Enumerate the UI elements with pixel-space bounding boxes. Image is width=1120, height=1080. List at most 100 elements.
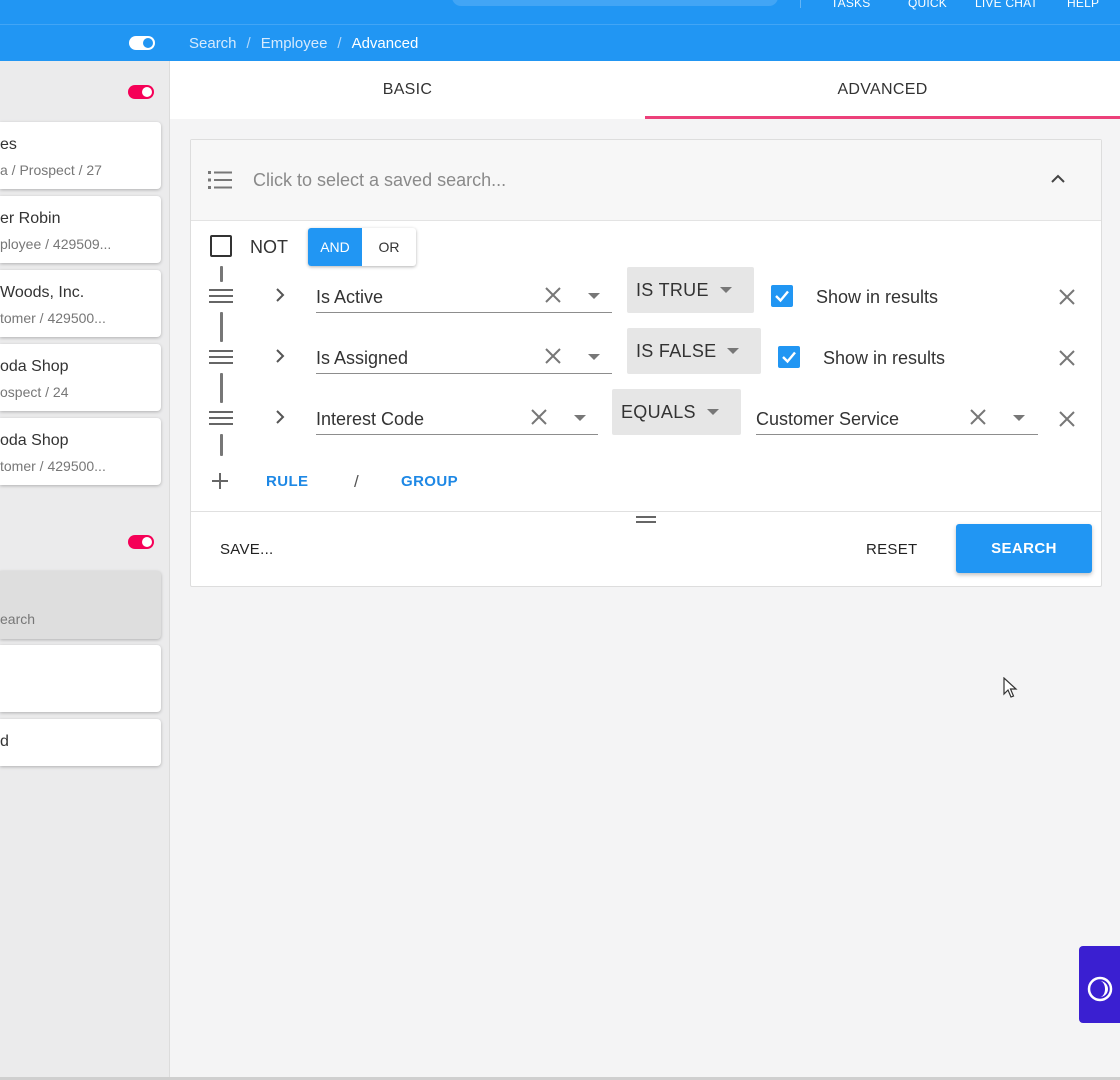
breadcrumb-search[interactable]: Search (189, 35, 237, 52)
rule-field-select[interactable]: Is Assigned (316, 340, 612, 374)
resize-handle-icon[interactable] (636, 516, 656, 524)
show-in-results-checkbox[interactable] (778, 346, 800, 368)
recent-card-subtitle: ospect / 24 (0, 384, 69, 400)
add-group-button[interactable]: GROUP (401, 473, 458, 490)
nav-live-chat-link[interactable]: LIVE CHAT (975, 0, 1038, 10)
rule-operator-select[interactable]: EQUALS (612, 389, 741, 435)
nav-tasks-link[interactable]: TASKS (831, 0, 870, 10)
clear-icon[interactable] (544, 286, 562, 304)
dropdown-caret-icon (707, 409, 719, 415)
panel-footer-divider (191, 511, 1101, 512)
saved-card-title: d (0, 733, 9, 750)
rule-field-value: Interest Code (316, 409, 425, 429)
recent-card-subtitle: tomer / 429500... (0, 458, 106, 474)
tree-connector (220, 266, 223, 282)
recent-card-title: er Robin (0, 210, 61, 227)
rule-operator-select[interactable]: IS TRUE (627, 267, 754, 313)
chevron-right-icon[interactable] (275, 348, 285, 364)
breadcrumb-advanced: Advanced (351, 35, 419, 52)
save-button[interactable]: SAVE... (220, 541, 274, 558)
nav-help-link[interactable]: HELP (1067, 0, 1099, 10)
sidebar: es a / Prospect / 27 er Robin ployee / 4… (0, 61, 170, 1080)
saved-search-placeholder: Click to select a saved search... (253, 170, 507, 190)
recent-card-title: es (0, 136, 17, 153)
plus-icon (212, 473, 228, 489)
recent-card-subtitle: tomer / 429500... (0, 310, 106, 326)
recent-section-toggle[interactable] (128, 85, 154, 99)
chevron-right-icon[interactable] (275, 287, 285, 303)
rule-operator-select[interactable]: IS FALSE (627, 328, 761, 374)
remove-rule-icon[interactable] (1058, 288, 1076, 306)
list-icon (208, 171, 232, 189)
clear-icon[interactable] (544, 347, 562, 365)
or-button[interactable]: OR (362, 228, 416, 266)
show-in-results-checkbox[interactable] (771, 285, 793, 307)
moon-icon (1087, 976, 1113, 1002)
rule-field-select[interactable]: Interest Code (316, 401, 598, 435)
not-checkbox[interactable] (210, 235, 232, 257)
reset-button[interactable]: RESET (866, 541, 918, 558)
not-label: NOT (250, 237, 288, 257)
tree-connector (220, 434, 223, 456)
remove-rule-icon[interactable] (1058, 349, 1076, 367)
recent-card[interactable]: er Robin ployee / 429509... (0, 196, 161, 263)
show-in-results-label: Show in results (816, 287, 939, 307)
recent-card-title: oda Shop (0, 358, 69, 375)
dropdown-caret-icon[interactable] (588, 354, 600, 360)
clear-icon[interactable] (969, 408, 987, 426)
dropdown-caret-icon (727, 348, 739, 354)
recent-card-subtitle: a / Prospect / 27 (0, 162, 102, 178)
sidebar-header-toggle[interactable] (129, 36, 155, 50)
help-widget-button[interactable] (1079, 946, 1120, 1023)
chevron-up-icon[interactable] (1050, 174, 1066, 184)
tree-connector (220, 373, 223, 403)
checkmark-icon (782, 351, 796, 364)
drag-handle-icon[interactable] (209, 289, 233, 303)
add-separator: / (354, 472, 359, 491)
nav-quick-link[interactable]: QUICK (908, 0, 947, 10)
chevron-right-icon[interactable] (275, 409, 285, 425)
rule-field-select[interactable]: Is Active (316, 279, 612, 313)
rule-field-value: Is Active (316, 287, 384, 307)
dropdown-caret-icon[interactable] (1013, 415, 1025, 421)
active-tab-indicator (645, 116, 1120, 119)
breadcrumb: Search / Employee / Advanced (189, 25, 418, 62)
clear-icon[interactable] (530, 408, 548, 426)
remove-rule-icon[interactable] (1058, 410, 1076, 428)
tab-basic[interactable]: BASIC (170, 61, 645, 119)
saved-search-selector[interactable]: Click to select a saved search... (191, 140, 1101, 221)
search-mode-tabs: BASIC ADVANCED (170, 61, 1120, 119)
rule-operator-value: EQUALS (621, 402, 696, 422)
recent-card[interactable]: oda Shop tomer / 429500... (0, 418, 161, 485)
recent-card-title: oda Shop (0, 432, 69, 449)
saved-section-toggle[interactable] (128, 535, 154, 549)
breadcrumb-separator: / (246, 35, 251, 52)
tab-advanced[interactable]: ADVANCED (645, 61, 1120, 119)
recent-card[interactable]: oda Shop ospect / 24 (0, 344, 161, 411)
dropdown-caret-icon[interactable] (574, 415, 586, 421)
saved-card-selected[interactable]: earch (0, 571, 161, 639)
dropdown-caret-icon (720, 287, 732, 293)
rule-value-select[interactable]: Customer Service (756, 401, 1038, 435)
add-rule-button[interactable]: RULE (266, 473, 308, 490)
dropdown-caret-icon[interactable] (588, 293, 600, 299)
query-builder-panel: Click to select a saved search... NOT AN… (190, 139, 1102, 587)
saved-card-subtitle: earch (0, 611, 36, 627)
and-or-toggle: AND OR (308, 228, 416, 266)
saved-card[interactable] (0, 645, 161, 712)
rule-operator-value: IS TRUE (636, 280, 709, 300)
breadcrumb-employee[interactable]: Employee (261, 35, 328, 52)
and-button[interactable]: AND (308, 228, 362, 266)
show-in-results-label: Show in results (823, 348, 946, 368)
topbar-divider (800, 0, 801, 8)
recent-card[interactable]: Woods, Inc. tomer / 429500... (0, 270, 161, 337)
recent-card-title: Woods, Inc. (0, 284, 85, 301)
global-search-input[interactable] (452, 0, 778, 6)
saved-card[interactable]: d (0, 719, 161, 766)
search-button[interactable]: SEARCH (956, 524, 1092, 573)
drag-handle-icon[interactable] (209, 411, 233, 425)
drag-handle-icon[interactable] (209, 350, 233, 364)
sub-header-bar: Search / Employee / Advanced (0, 24, 1120, 61)
breadcrumb-separator: / (337, 35, 342, 52)
recent-card[interactable]: es a / Prospect / 27 (0, 122, 161, 189)
